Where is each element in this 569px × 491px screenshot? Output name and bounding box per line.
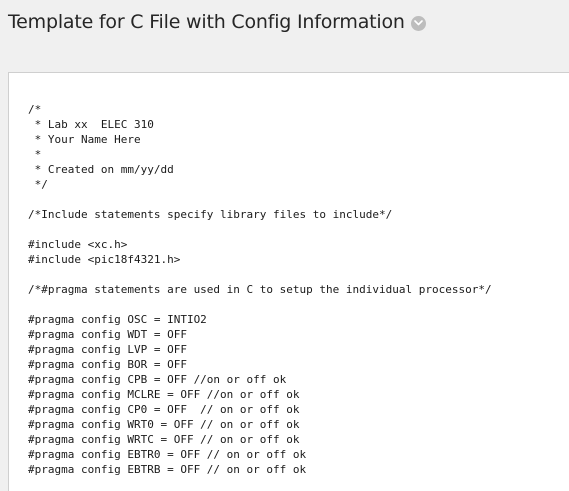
code-line: #pragma config CPB = OFF //on or off ok — [28, 373, 287, 386]
code-line: * Lab xx ELEC 310 — [28, 118, 154, 131]
code-line: * Your Name Here — [28, 133, 141, 146]
code-line: #pragma config LVP = OFF — [28, 343, 187, 356]
code-line: #pragma config BOR = OFF — [28, 358, 187, 371]
code-line: #pragma config MCLRE = OFF //on or off o… — [28, 388, 300, 401]
page-title: Template for C File with Config Informat… — [8, 11, 405, 33]
code-line: #include <pic18f4321.h> — [28, 253, 181, 266]
content-box: /* * Lab xx ELEC 310 * Your Name Here * … — [8, 72, 569, 491]
code-line: #pragma config WDT = OFF — [28, 328, 187, 341]
code-line: * — [28, 148, 42, 161]
code-line: #pragma config CP0 = OFF // on or off ok — [28, 403, 300, 416]
code-line: * Created on mm/yy/dd — [28, 163, 174, 176]
chevron-down-icon[interactable] — [410, 15, 426, 31]
code-line: /*Include statements specify library fil… — [28, 208, 393, 221]
page: Template for C File with Config Informat… — [0, 0, 569, 491]
code-line: #pragma config EBTR0 = OFF // on or off … — [28, 448, 307, 461]
code-line: /*#pragma statements are used in C to se… — [28, 283, 492, 296]
code-line: /* — [28, 103, 42, 116]
code-line: #pragma config WRTC = OFF // on or off o… — [28, 433, 300, 446]
code-line: #pragma config OSC = INTIO2 — [28, 313, 207, 326]
code-line: */ — [28, 178, 48, 191]
title-row: Template for C File with Config Informat… — [8, 8, 426, 36]
code-block: /* * Lab xx ELEC 310 * Your Name Here * … — [28, 102, 492, 477]
code-line: #pragma config WRT0 = OFF // on or off o… — [28, 418, 300, 431]
code-line: #pragma config EBTRB = OFF // on or off … — [28, 463, 307, 476]
code-line: #include <xc.h> — [28, 238, 128, 251]
